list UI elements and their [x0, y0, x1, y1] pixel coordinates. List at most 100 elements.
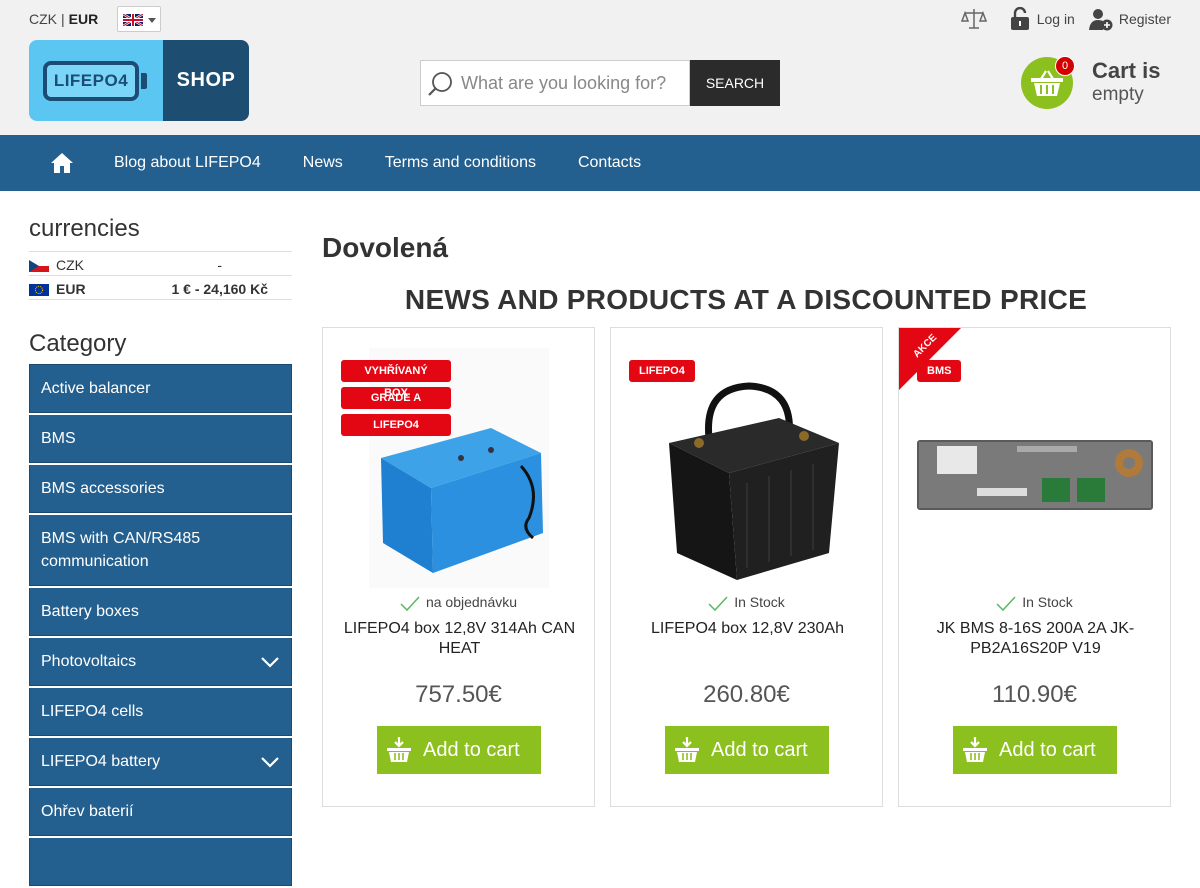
main-navigation: Blog about LIFEPO4 News Terms and condit… [0, 135, 1200, 191]
availability: In Stock [611, 594, 882, 612]
checkmark-icon [708, 596, 728, 612]
product-flags: BMS [917, 360, 962, 387]
nav-blog[interactable]: Blog about LIFEPO4 [114, 154, 261, 172]
search-input[interactable] [461, 61, 686, 105]
category-label: LIFEPO4 battery [41, 753, 161, 770]
product-card[interactable]: AKCE BMS In Stock JK BMS 8-16S 200A 2A J… [898, 327, 1171, 807]
category-heading: Category [29, 330, 127, 357]
availability-label: In Stock [1022, 594, 1073, 610]
product-flag: LIFEPO4 [341, 414, 451, 436]
nav-news[interactable]: News [303, 154, 343, 172]
product-flag: LIFEPO4 [629, 360, 695, 382]
category-item-bms-can[interactable]: BMS with CAN/RS485 communication [29, 515, 292, 586]
chevron-down-icon[interactable] [261, 756, 279, 768]
product-flag: BMS [917, 360, 962, 382]
chevron-down-icon [148, 18, 156, 23]
checkmark-icon [400, 596, 420, 612]
product-price: 260.80€ [611, 681, 882, 709]
currency-row-eur[interactable]: EUR 1 € - 24,160 Kč [29, 276, 292, 300]
login-label: Log in [1036, 11, 1075, 27]
currency-separator: | [61, 11, 65, 27]
category-item-bms[interactable]: BMS [29, 415, 292, 463]
add-to-cart-label: Add to cart [711, 738, 808, 761]
shop-logo[interactable]: LIFEPO4 SHOP [29, 40, 249, 121]
product-card[interactable]: VYHŘÍVANÝ BOX GRADE A LIFEPO4 na objedná… [322, 327, 595, 807]
language-select[interactable] [117, 6, 161, 32]
checkmark-icon [996, 596, 1016, 612]
availability-label: In Stock [734, 594, 785, 610]
sidebar: currencies CZK - EUR 1 € - 24,160 Kč Cat… [29, 191, 292, 888]
cart-count-badge: 0 [1055, 56, 1075, 76]
price-currency: € [1063, 681, 1077, 708]
add-to-cart-label: Add to cart [423, 738, 520, 761]
user-links: Log in Register [960, 6, 1171, 32]
logo-battery-text: LIFEPO4 [43, 61, 139, 101]
product-price: 110.90€ [899, 681, 1170, 709]
price-currency: € [488, 681, 502, 708]
price-value: 110.90 [992, 681, 1064, 708]
product-name-link[interactable]: LIFEPO4 box 12,8V 314Ah CAN HEAT [337, 619, 582, 659]
logo-shop-text: SHOP [163, 40, 249, 121]
cart-add-icon [675, 737, 699, 762]
category-label: Photovoltaics [41, 653, 137, 670]
search-icon [428, 72, 452, 96]
compare-scales-icon[interactable] [960, 6, 987, 32]
product-grid: VYHŘÍVANÝ BOX GRADE A LIFEPO4 na objedná… [322, 327, 1171, 807]
czech-flag-icon [29, 260, 49, 272]
section-title: NEWS AND PRODUCTS AT A DISCOUNTED PRICE [404, 284, 1088, 315]
category-list: Active balancer BMS BMS accessories BMS … [29, 364, 292, 886]
cart-widget[interactable]: 0 Cart is empty [1021, 56, 1181, 116]
add-to-cart-label: Add to cart [999, 738, 1096, 761]
category-item-next[interactable] [29, 838, 292, 886]
add-to-cart-button[interactable]: Add to cart [377, 726, 541, 774]
add-to-cart-button[interactable]: Add to cart [953, 726, 1117, 774]
currency-switcher: CZK | EUR [29, 11, 98, 27]
category-item-lifepo4-battery[interactable]: LIFEPO4 battery [29, 738, 292, 786]
currency-row-czk[interactable]: CZK - [29, 252, 292, 276]
home-link[interactable] [0, 135, 114, 191]
top-header: CZK | EUR Log in Register LIFEPO4 SHOP W… [0, 0, 1200, 135]
product-flags: VYHŘÍVANÝ BOX GRADE A LIFEPO4 [341, 360, 451, 441]
product-name-link[interactable]: LIFEPO4 box 12,8V 230Ah [625, 619, 870, 639]
logo-battery-tip [141, 73, 147, 89]
cart-title: Cart is [1092, 58, 1161, 83]
product-name-link[interactable]: JK BMS 8-16S 200A 2A JK-PB2A16S20P V19 [913, 619, 1158, 659]
padlock-icon [1010, 7, 1029, 30]
nav-contacts[interactable]: Contacts [578, 154, 641, 172]
register-link[interactable]: Register [1088, 7, 1171, 31]
product-price: 757.50€ [323, 681, 594, 709]
category-item-bms-accessories[interactable]: BMS accessories [29, 465, 292, 513]
add-user-icon [1088, 9, 1113, 31]
logo-battery-panel: LIFEPO4 [29, 40, 163, 121]
category-item-lifepo4-cells[interactable]: LIFEPO4 cells [29, 688, 292, 736]
availability-label: na objednávku [425, 594, 518, 610]
eu-flag-icon [29, 284, 49, 296]
price-currency: € [776, 681, 790, 708]
currencies-heading: currencies [29, 215, 292, 252]
chevron-down-icon[interactable] [261, 656, 279, 668]
category-item-battery-heating[interactable]: Ohřev baterií [29, 788, 292, 836]
currency-eur-link[interactable]: EUR [69, 11, 99, 27]
category-item-active-balancer[interactable]: Active balancer [29, 365, 292, 413]
price-value: 757.50 [415, 681, 489, 708]
page-title: Dovolená [322, 232, 449, 263]
add-to-cart-button[interactable]: Add to cart [665, 726, 829, 774]
category-item-battery-boxes[interactable]: Battery boxes [29, 588, 292, 636]
currency-code: EUR [56, 281, 86, 297]
currency-code: CZK [56, 257, 84, 273]
product-flag: VYHŘÍVANÝ BOX [341, 360, 451, 399]
login-link[interactable]: Log in [1009, 7, 1075, 31]
uk-flag-icon [123, 14, 143, 26]
price-value: 260.80 [703, 681, 777, 708]
product-card[interactable]: LIFEPO4 In Stock LIFEPO4 box 12,8V 230Ah… [610, 327, 883, 807]
currency-czk-link[interactable]: CZK [29, 11, 57, 27]
currency-rate: 1 € - 24,160 Kč [171, 281, 268, 297]
search-button[interactable]: SEARCH [690, 60, 780, 106]
home-icon [51, 153, 73, 173]
currency-rate: - [217, 257, 222, 273]
category-item-photovoltaics[interactable]: Photovoltaics [29, 638, 292, 686]
availability: In Stock [899, 594, 1170, 612]
nav-terms[interactable]: Terms and conditions [385, 154, 536, 172]
register-label: Register [1118, 11, 1171, 27]
cart-add-icon [387, 737, 411, 762]
